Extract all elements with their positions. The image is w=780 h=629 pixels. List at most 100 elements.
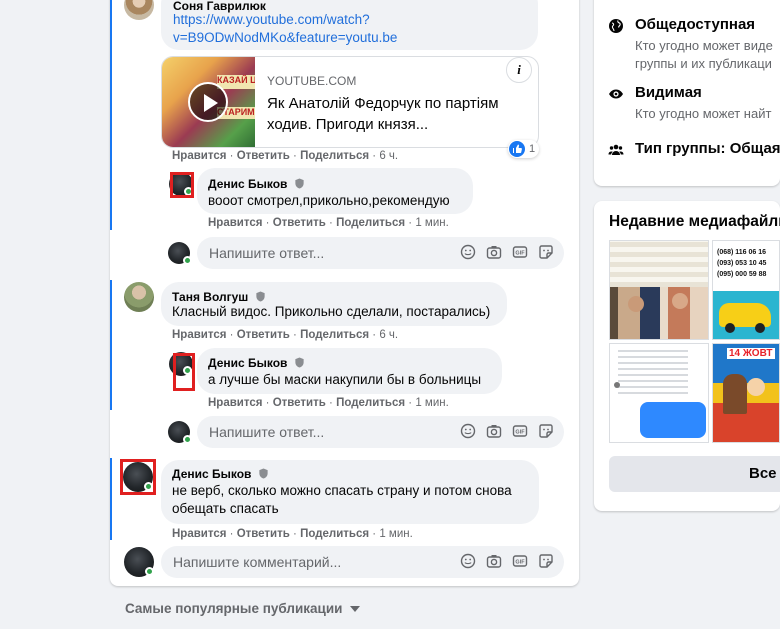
most-popular-label: Самые популярные публикации bbox=[125, 601, 343, 616]
reply-bubble: Денис Быков а лучше бы маски накупили бы… bbox=[197, 348, 502, 394]
see-all-button[interactable]: Все bbox=[609, 456, 780, 492]
camera-icon[interactable] bbox=[486, 553, 502, 569]
globe-icon bbox=[609, 19, 623, 33]
timestamp[interactable]: 1 мин. bbox=[415, 397, 448, 409]
reply-input[interactable]: Напишите ответ... GIF bbox=[197, 237, 564, 269]
reply-link[interactable]: Ответить bbox=[273, 397, 326, 409]
comment-author[interactable]: Денис Быков bbox=[172, 466, 269, 482]
comment-text: обещать спасать bbox=[172, 501, 279, 516]
share-link[interactable]: Поделиться bbox=[336, 397, 405, 409]
thumbnail-image bbox=[610, 241, 708, 287]
like-link[interactable]: Нравится bbox=[208, 397, 262, 409]
comment-actions: Нравится · Ответить · Поделиться · 1 мин… bbox=[172, 528, 413, 540]
highlight-box bbox=[120, 459, 156, 495]
gif-icon[interactable]: GIF bbox=[512, 244, 528, 260]
camera-icon[interactable] bbox=[486, 423, 502, 439]
privacy-desc: группы и их публикаци bbox=[635, 56, 772, 71]
media-thumbnail[interactable] bbox=[609, 343, 709, 443]
thumbnail-image bbox=[618, 350, 688, 394]
link-preview[interactable]: КАЗАЙ Ц СТАРИМ К YOUTUBE.COM Як Анатолій… bbox=[161, 56, 539, 148]
comment-placeholder: Напишите комментарий... bbox=[173, 554, 342, 570]
like-link[interactable]: Нравится bbox=[208, 217, 262, 229]
comment-text: а лучше бы маски накупили бы в больницы bbox=[208, 372, 482, 387]
taxi-image bbox=[755, 323, 765, 333]
comment-link[interactable]: v=B9ODwNodMKo&feature=youtu.be bbox=[173, 28, 397, 47]
svg-text:GIF: GIF bbox=[515, 251, 525, 257]
like-icon bbox=[509, 141, 525, 157]
reply-placeholder: Напишите ответ... bbox=[209, 424, 325, 440]
sticker-icon[interactable] bbox=[538, 244, 554, 260]
reply-link[interactable]: Ответить bbox=[237, 528, 290, 540]
like-link[interactable]: Нравится bbox=[172, 528, 226, 540]
timestamp[interactable]: 6 ч. bbox=[379, 329, 398, 341]
share-link[interactable]: Поделиться bbox=[300, 150, 369, 162]
thumbnail-image bbox=[610, 287, 708, 339]
emoji-icon[interactable] bbox=[460, 553, 476, 569]
camera-icon[interactable] bbox=[486, 244, 502, 260]
share-link[interactable]: Поделиться bbox=[336, 217, 405, 229]
media-thumbnail[interactable]: (068) 116 06 16 (093) 053 10 45 (095) 00… bbox=[712, 240, 780, 340]
shield-icon bbox=[259, 468, 268, 479]
sticker-icon[interactable] bbox=[538, 553, 554, 569]
highlight-box bbox=[170, 172, 194, 198]
online-indicator bbox=[183, 435, 192, 444]
comment-bubble: Денис Быков не верб, сколько можно спаса… bbox=[161, 460, 539, 524]
video-thumbnail[interactable]: КАЗАЙ Ц СТАРИМ К bbox=[162, 57, 255, 147]
gif-icon[interactable]: GIF bbox=[512, 553, 528, 569]
reply-link[interactable]: Ответить bbox=[273, 217, 326, 229]
thumbnail-image bbox=[640, 402, 706, 438]
comment-link[interactable]: https://www.youtube.com/watch? bbox=[173, 10, 370, 29]
reply-bubble: Денис Быков вооот смотрел,прикольно,реко… bbox=[197, 168, 473, 214]
like-link[interactable]: Нравится bbox=[172, 150, 226, 162]
gif-icon[interactable]: GIF bbox=[512, 423, 528, 439]
share-link[interactable]: Поделиться bbox=[300, 329, 369, 341]
comment-input[interactable]: Напишите комментарий... GIF bbox=[161, 546, 564, 578]
reaction-badge[interactable]: 1 bbox=[508, 140, 540, 158]
shield-icon bbox=[295, 357, 304, 368]
thumbnail-image bbox=[628, 296, 644, 312]
avatar[interactable] bbox=[124, 282, 154, 312]
phone-number: (095) 000 59 88 bbox=[717, 271, 767, 278]
thumbnail-image bbox=[723, 374, 747, 414]
comment-actions: Нравится · Ответить · Поделиться · 6 ч. bbox=[172, 150, 399, 162]
comment-actions: Нравится · Ответить · Поделиться · 6 ч. bbox=[172, 329, 399, 341]
comment-bubble: Таня Волгуш Класный видос. Прикольно сде… bbox=[161, 282, 507, 326]
thumbnail-image bbox=[672, 293, 688, 309]
info-icon[interactable]: i bbox=[506, 57, 532, 83]
like-link[interactable]: Нравится bbox=[172, 329, 226, 341]
see-all-label: Все bbox=[749, 465, 777, 482]
comment-author[interactable]: Денис Быков bbox=[208, 176, 305, 192]
recent-media-title: Недавние медиафайлы bbox=[609, 213, 780, 230]
preview-title[interactable]: Як Анатолій Федорчук по партіям ходив. П… bbox=[267, 93, 527, 135]
share-link[interactable]: Поделиться bbox=[300, 528, 369, 540]
timestamp[interactable]: 1 мин. bbox=[379, 528, 412, 540]
svg-text:GIF: GIF bbox=[515, 560, 525, 566]
reaction-count: 1 bbox=[529, 143, 536, 155]
comment-author[interactable]: Денис Быков bbox=[208, 355, 305, 371]
recent-media-card: Недавние медиафайлы (068) 116 06 16 (093… bbox=[594, 201, 780, 511]
most-popular-toggle[interactable]: Самые популярные публикации bbox=[125, 601, 361, 616]
shield-icon bbox=[295, 178, 304, 189]
comment-actions: Нравится · Ответить · Поделиться · 1 мин… bbox=[208, 217, 449, 229]
media-thumbnail[interactable] bbox=[609, 240, 709, 340]
banner-text: 14 ЖОВТ bbox=[727, 348, 775, 359]
reply-placeholder: Напишите ответ... bbox=[209, 245, 325, 261]
media-thumbnail[interactable]: 14 ЖОВТ bbox=[712, 343, 780, 443]
sticker-icon[interactable] bbox=[538, 423, 554, 439]
visibility-title: Видимая bbox=[635, 84, 702, 101]
timestamp[interactable]: 6 ч. bbox=[379, 150, 398, 162]
emoji-icon[interactable] bbox=[460, 244, 476, 260]
online-indicator bbox=[183, 256, 192, 265]
timestamp[interactable]: 1 мин. bbox=[415, 217, 448, 229]
emoji-icon[interactable] bbox=[460, 423, 476, 439]
reply-link[interactable]: Ответить bbox=[237, 329, 290, 341]
about-card: Общедоступная Кто угодно может виде груп… bbox=[594, 0, 780, 186]
thread-indicator bbox=[110, 0, 112, 230]
reply-link[interactable]: Ответить bbox=[237, 150, 290, 162]
play-icon[interactable] bbox=[188, 82, 228, 122]
online-indicator bbox=[145, 567, 154, 576]
thumbnail-image bbox=[614, 382, 620, 388]
reply-input[interactable]: Напишите ответ... GIF bbox=[197, 416, 564, 448]
group-type-title: Тип группы: Общая bbox=[635, 140, 780, 157]
people-icon bbox=[608, 144, 624, 155]
